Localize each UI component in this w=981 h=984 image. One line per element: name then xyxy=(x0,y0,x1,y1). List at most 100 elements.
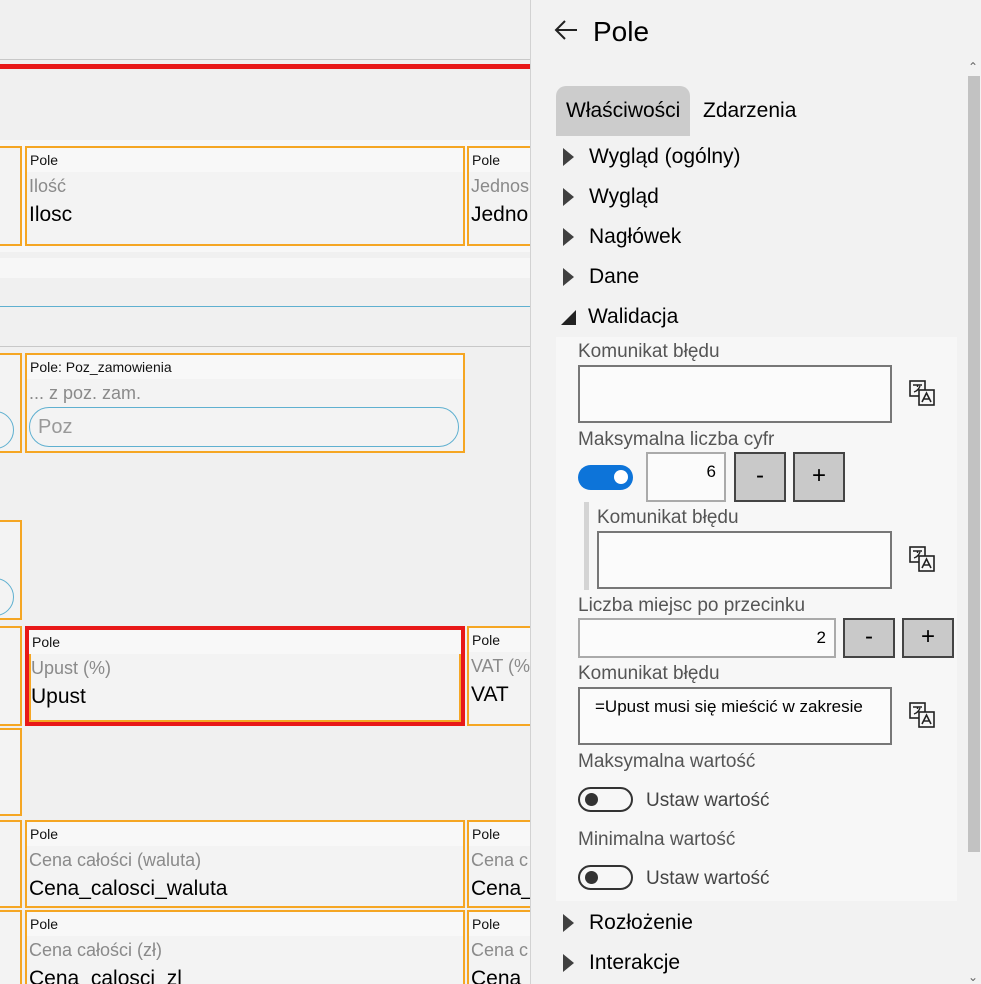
group-appearance[interactable]: Wygląd xyxy=(563,177,659,217)
field-caption: Pole xyxy=(469,822,530,846)
designer-canvas: Pole Ilość Ilosc Pole Jednos Jedno Pole:… xyxy=(0,0,530,984)
field-label: Cena c xyxy=(471,940,529,960)
field-vat[interactable]: Pole VAT (% VAT xyxy=(467,626,530,726)
field-value: Jedno xyxy=(471,203,529,226)
field-value: Cena_calosci_waluta xyxy=(29,877,228,900)
max-digits-error-label: Komunikat błędu xyxy=(597,507,739,528)
collapse-arrow-icon xyxy=(561,309,576,325)
expand-arrow-icon xyxy=(563,148,574,166)
max-digits-minus-button[interactable]: - xyxy=(734,452,786,502)
field-cena-calosci-zl-right[interactable]: Pole Cena c Cena_ xyxy=(467,910,530,984)
property-panel: Pole ⌃ ⌄ Właściwości Zdarzenia Wygląd (o… xyxy=(530,0,981,984)
field-partial-left[interactable] xyxy=(0,910,22,984)
scrollbar-thumb[interactable] xyxy=(968,76,980,852)
field-label: Upust (%) xyxy=(31,658,112,678)
expand-arrow-icon xyxy=(563,188,574,206)
field-lookup-input[interactable]: Poz xyxy=(29,407,459,447)
field-value: Ilosc xyxy=(29,203,73,226)
canvas-top-area xyxy=(0,0,530,60)
field-partial-pill xyxy=(0,578,14,616)
field-partial-left[interactable] xyxy=(0,353,22,453)
group-interactions[interactable]: Interakcje xyxy=(563,943,680,983)
decimal-error-label: Komunikat błędu xyxy=(578,663,720,684)
error-message-input[interactable] xyxy=(578,365,892,423)
min-value-toggle[interactable] xyxy=(578,865,633,890)
field-poz-zamowienia[interactable]: Pole: Poz_zamowienia ... z poz. zam. Poz xyxy=(25,353,465,453)
group-label: Rozłożenie xyxy=(589,911,693,934)
group-header[interactable]: Nagłówek xyxy=(563,217,681,257)
field-label: ... z poz. zam. xyxy=(29,383,142,403)
field-caption: Pole xyxy=(469,912,530,936)
error-message-label: Komunikat błędu xyxy=(578,341,720,362)
field-label: Cena całości (waluta) xyxy=(29,850,202,870)
max-digits-label: Maksymalna liczba cyfr xyxy=(578,429,775,450)
field-partial-left[interactable] xyxy=(0,146,22,246)
field-caption: Pole xyxy=(27,148,463,172)
field-label: Jednos xyxy=(471,176,530,196)
max-value-label: Maksymalna wartość xyxy=(578,751,756,772)
group-label: Wygląd xyxy=(589,185,659,208)
field-value: Cena_ xyxy=(471,967,530,984)
tab-properties[interactable]: Właściwości xyxy=(556,86,691,136)
field-partial-pill xyxy=(0,411,14,449)
field-label: Cena c xyxy=(471,850,529,870)
min-value-label: Minimalna wartość xyxy=(578,829,736,850)
decimal-error-input[interactable]: =Upust musi się mieścić w zakresie xyxy=(578,687,892,745)
back-arrow-icon[interactable] xyxy=(553,17,579,48)
row-divider xyxy=(0,306,530,307)
scroll-down-icon[interactable]: ⌄ xyxy=(965,970,981,984)
group-appearance-general[interactable]: Wygląd (ogólny) xyxy=(563,137,741,177)
translate-icon[interactable] xyxy=(909,702,935,728)
scroll-up-icon[interactable]: ⌃ xyxy=(965,60,981,74)
group-data[interactable]: Dane xyxy=(563,257,639,297)
decimal-places-minus-button[interactable]: - xyxy=(843,618,895,658)
translate-icon[interactable] xyxy=(909,546,935,572)
field-label: Cena całości (zł) xyxy=(29,940,163,960)
max-digits-toggle[interactable] xyxy=(578,465,633,490)
field-caption: Pole xyxy=(469,148,530,172)
field-caption: Pole xyxy=(29,630,461,654)
field-caption: Pole xyxy=(27,822,463,846)
expand-arrow-icon xyxy=(563,914,574,932)
expand-arrow-icon xyxy=(563,268,574,286)
field-partial-left[interactable] xyxy=(0,520,22,620)
field-caption: Pole: Poz_zamowienia xyxy=(27,355,463,379)
group-layout[interactable]: Rozłożenie xyxy=(563,903,693,943)
group-label: Walidacja xyxy=(588,305,679,328)
field-caption: Pole xyxy=(27,912,463,936)
field-jednostka[interactable]: Pole Jednos Jedno xyxy=(467,146,530,246)
field-label: VAT (% xyxy=(471,656,530,676)
max-digits-input[interactable]: 6 xyxy=(646,452,726,502)
translate-icon[interactable] xyxy=(909,380,935,406)
field-partial-left[interactable] xyxy=(0,728,22,816)
decimal-places-input[interactable]: 2 xyxy=(578,618,836,658)
field-upust-selected[interactable]: Pole Upust (%) Upust xyxy=(25,626,465,726)
field-cena-calosci-zl[interactable]: Pole Cena całości (zł) Cena_calosci_zl xyxy=(25,910,465,984)
field-caption: Pole xyxy=(469,628,530,652)
decimal-places-label: Liczba miejsc po przecinku xyxy=(578,595,806,616)
field-ilosc[interactable]: Pole Ilość Ilosc xyxy=(25,146,465,246)
group-label: Nagłówek xyxy=(589,225,682,248)
min-value-toggle-text: Ustaw wartość xyxy=(646,868,770,889)
group-label: Dane xyxy=(589,265,640,288)
row-band xyxy=(0,258,530,278)
max-digits-error-input[interactable] xyxy=(597,531,892,589)
group-label: Wygląd (ogólny) xyxy=(589,145,741,168)
field-cena-calosci-waluta[interactable]: Pole Cena całości (waluta) Cena_calosci_… xyxy=(25,820,465,908)
panel-scrollbar[interactable]: ⌃ ⌄ xyxy=(965,60,981,984)
field-partial-left[interactable] xyxy=(0,626,22,726)
field-label: Ilość xyxy=(29,176,67,196)
max-value-toggle-text: Ustaw wartość xyxy=(646,790,770,811)
group-validation[interactable]: Walidacja xyxy=(561,297,679,337)
field-cena-calosci-waluta-right[interactable]: Pole Cena c Cena_ xyxy=(467,820,530,908)
decimal-places-plus-button[interactable]: + xyxy=(902,618,954,658)
field-value: Cena_calosci_zl xyxy=(29,967,182,984)
expand-arrow-icon xyxy=(563,954,574,972)
max-value-toggle[interactable] xyxy=(578,787,633,812)
nested-indent-bar xyxy=(584,502,589,590)
tab-events[interactable]: Zdarzenia xyxy=(693,86,806,136)
field-partial-left[interactable] xyxy=(0,820,22,908)
max-digits-plus-button[interactable]: + xyxy=(793,452,845,502)
section-selection-line xyxy=(0,64,530,69)
row-divider xyxy=(0,346,530,347)
